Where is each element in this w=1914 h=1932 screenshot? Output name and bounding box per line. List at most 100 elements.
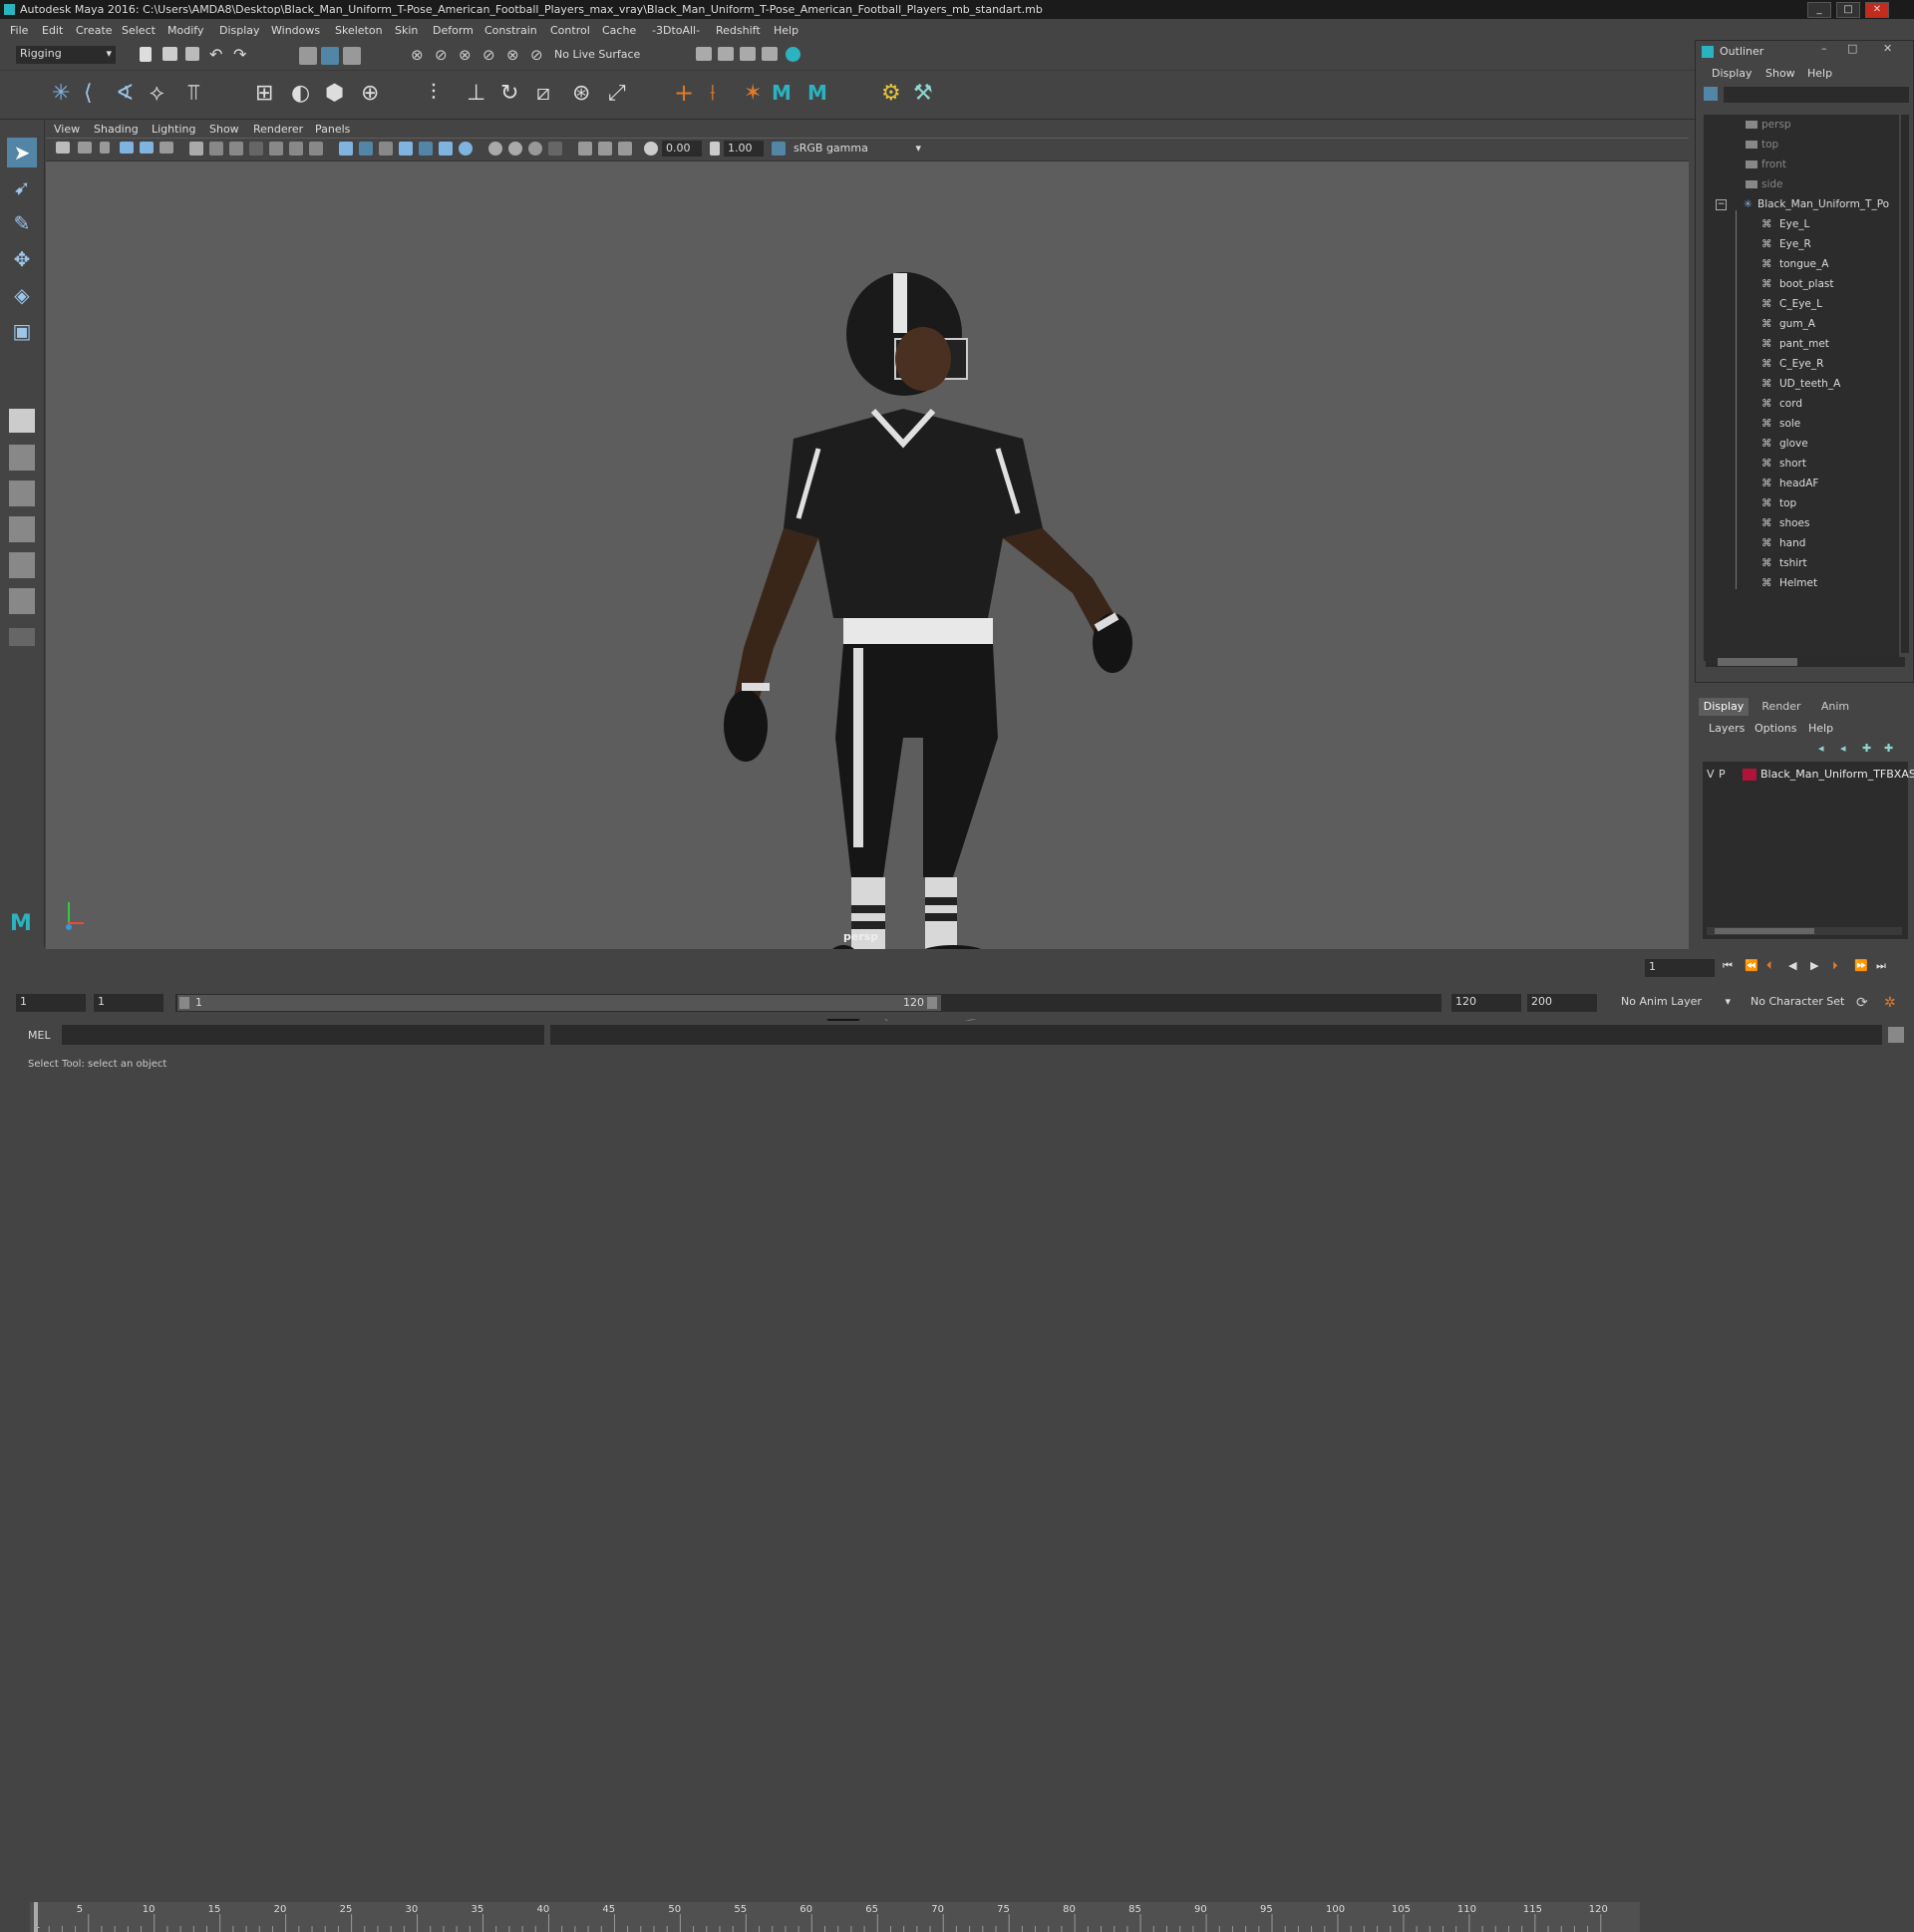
ipr-render-icon[interactable] xyxy=(718,47,734,61)
xray-joints-icon[interactable] xyxy=(598,142,612,156)
rotate-tool-icon[interactable]: ◈ xyxy=(7,283,37,311)
command-input[interactable] xyxy=(62,1025,544,1045)
menu-skeleton[interactable]: Skeleton xyxy=(335,24,383,37)
point-constraint-icon[interactable]: ⊥ xyxy=(467,81,485,106)
menu-select[interactable]: Select xyxy=(122,24,156,37)
maximize-button[interactable]: □ xyxy=(1836,2,1860,18)
scale-tool-icon[interactable]: ▣ xyxy=(7,319,37,347)
tab-anim[interactable]: Anim xyxy=(1810,698,1860,716)
tab-render[interactable]: Render xyxy=(1756,698,1806,716)
render-view-icon[interactable] xyxy=(786,47,800,62)
outliner-layout-icon[interactable] xyxy=(9,552,35,578)
menu-set-dropdown[interactable]: Rigging ▾ xyxy=(16,46,116,64)
list-item[interactable]: ⌘ headAF xyxy=(1704,474,1899,493)
minimize-button[interactable]: _ xyxy=(1807,2,1831,18)
single-perspective-icon[interactable] xyxy=(9,409,35,433)
render-current-icon[interactable] xyxy=(696,47,712,61)
list-item[interactable]: ⌘ gum_A xyxy=(1704,314,1899,334)
list-item[interactable]: persp xyxy=(1704,115,1899,135)
character-set-dropdown[interactable]: No Character Set xyxy=(1747,994,1864,1012)
persp-graph-icon[interactable] xyxy=(9,516,35,542)
list-item[interactable]: ⌘ Eye_L xyxy=(1704,214,1899,234)
safe-action-icon[interactable] xyxy=(289,142,303,156)
menu-edit[interactable]: Edit xyxy=(42,24,63,37)
menu-3dtoall[interactable]: -3DtoAll- xyxy=(652,24,700,37)
menu-create[interactable]: Create xyxy=(76,24,113,37)
list-item[interactable]: ⌘ shoes xyxy=(1704,513,1899,533)
image-plane-icon[interactable] xyxy=(120,142,134,154)
color-management-icon[interactable] xyxy=(772,142,786,156)
safe-title-icon[interactable] xyxy=(309,142,323,156)
menu-help[interactable]: Help xyxy=(774,24,798,37)
aim-constraint-icon[interactable]: ⊛ xyxy=(572,81,590,106)
mirror-joint-icon[interactable]: ⟡ xyxy=(150,81,164,106)
maya-hik-alt-icon[interactable]: M xyxy=(807,81,827,105)
panel-menu-renderer[interactable]: Renderer xyxy=(253,123,303,136)
paint-skin-icon[interactable]: ⚙ xyxy=(881,81,901,106)
menu-deform[interactable]: Deform xyxy=(433,24,474,37)
orient-constraint-icon[interactable]: ↻ xyxy=(500,81,518,106)
step-forward-key-icon[interactable]: ⏩ xyxy=(1854,959,1868,972)
scene-start-field[interactable]: 1 xyxy=(16,994,86,1012)
menu-display[interactable]: Display xyxy=(219,24,260,37)
list-item[interactable]: ⌘ cord xyxy=(1704,394,1899,414)
field-chart-icon[interactable] xyxy=(269,142,283,156)
panel-menu-show[interactable]: Show xyxy=(209,123,239,136)
save-scene-icon[interactable] xyxy=(185,47,199,61)
layer-visibility-toggle[interactable]: V xyxy=(1707,768,1715,781)
camera-select-icon[interactable] xyxy=(56,142,70,154)
list-item[interactable]: ⌘ UD_teeth_A xyxy=(1704,374,1899,394)
layer-row[interactable]: V P Black_Man_Uniform_TFBXASC xyxy=(1703,768,1914,784)
close-button[interactable]: ✕ xyxy=(1865,2,1889,18)
list-item[interactable]: − ✳ Black_Man_Uniform_T_Po xyxy=(1704,194,1899,214)
menu-redshift[interactable]: Redshift xyxy=(716,24,761,37)
list-item[interactable]: ⌘ boot_plast xyxy=(1704,274,1899,294)
outliner-horizontal-scrollbar[interactable] xyxy=(1706,657,1905,667)
undo-icon[interactable]: ↶ xyxy=(209,45,222,64)
motion-blur-icon[interactable] xyxy=(488,142,502,156)
two-d-pan-icon[interactable] xyxy=(140,142,154,154)
go-to-start-icon[interactable]: ⏮ xyxy=(1723,959,1733,973)
shadows-icon[interactable] xyxy=(439,142,453,156)
depth-of-field-icon[interactable] xyxy=(528,142,542,156)
menu-constrain[interactable]: Constrain xyxy=(484,24,537,37)
smooth-shade-icon[interactable] xyxy=(359,142,373,156)
grease-pencil-icon[interactable] xyxy=(160,142,173,154)
list-item[interactable]: top xyxy=(1704,135,1899,155)
joint-chain-icon[interactable]: ⟊ xyxy=(710,81,716,106)
wireframe-on-shaded-icon[interactable] xyxy=(379,142,393,156)
exposure-field[interactable]: 0.00 xyxy=(662,141,702,157)
exposure-icon[interactable] xyxy=(644,142,658,156)
collapse-icon[interactable]: − xyxy=(1716,199,1727,210)
time-slider[interactable]: 1510152025303540455055606570758085909510… xyxy=(0,949,1914,1932)
custom-layout-icon[interactable] xyxy=(9,628,35,646)
xray-components-icon[interactable] xyxy=(618,142,632,156)
list-item[interactable]: ⌘ pant_met xyxy=(1704,334,1899,354)
layers-menu-help[interactable]: Help xyxy=(1808,722,1833,735)
range-end-knob[interactable] xyxy=(927,997,937,1009)
cluster-icon[interactable]: ⊕ xyxy=(361,81,379,106)
film-gate-icon[interactable] xyxy=(209,142,223,156)
quick-rig-icon[interactable]: ⚒ xyxy=(913,81,933,106)
current-frame-field[interactable]: 1 xyxy=(1645,959,1715,977)
ik-spline-icon[interactable]: ∢ xyxy=(116,81,134,106)
menu-file[interactable]: File xyxy=(10,24,28,37)
menu-modify[interactable]: Modify xyxy=(167,24,203,37)
list-item[interactable]: front xyxy=(1704,155,1899,174)
outliner-menu-help[interactable]: Help xyxy=(1807,67,1832,80)
scale-constraint-icon[interactable]: ⧄ xyxy=(536,81,550,106)
outliner-search-input[interactable] xyxy=(1724,87,1909,103)
move-layer-down-icon[interactable]: ◂ xyxy=(1840,742,1846,755)
gamma-icon[interactable] xyxy=(710,142,720,156)
layers-menu-options[interactable]: Options xyxy=(1754,722,1796,735)
tab-display[interactable]: Display xyxy=(1699,698,1749,716)
scene-end-field[interactable]: 200 xyxy=(1527,994,1597,1012)
play-forward-icon[interactable]: ▶ xyxy=(1810,959,1818,972)
select-tool-icon[interactable]: ➤ xyxy=(7,138,37,167)
list-item[interactable]: ⌘ C_Eye_L xyxy=(1704,294,1899,314)
anti-aliasing-icon[interactable] xyxy=(508,142,522,156)
outliner-close-button[interactable]: ✕ xyxy=(1883,42,1892,55)
playback-end-field[interactable]: 120 xyxy=(1451,994,1521,1012)
panel-menu-shading[interactable]: Shading xyxy=(94,123,139,136)
wireframe-icon[interactable] xyxy=(339,142,353,156)
